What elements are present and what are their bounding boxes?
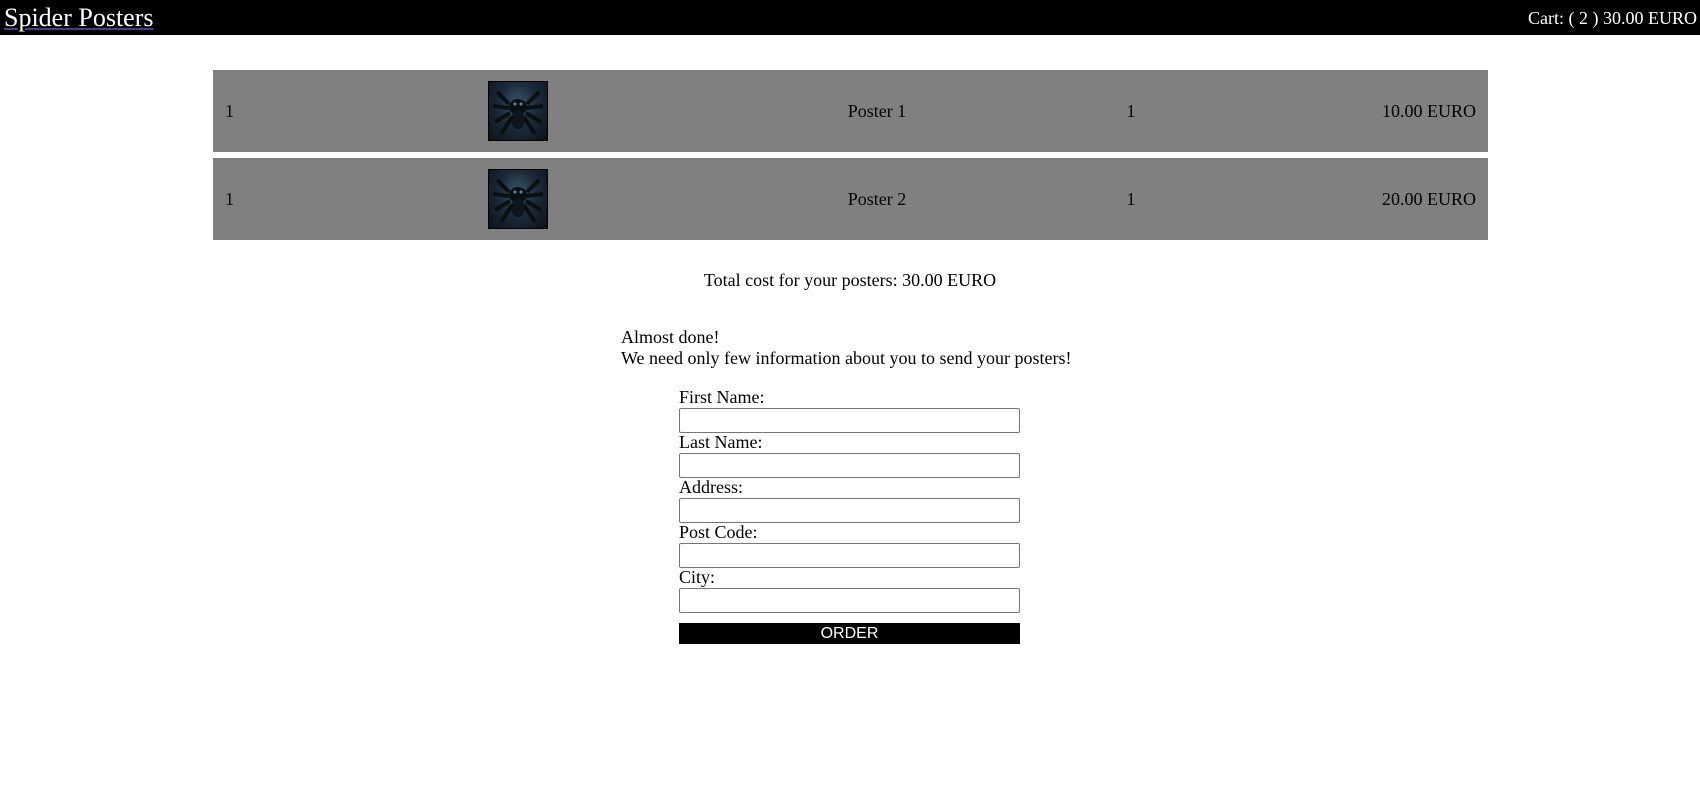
brand-link[interactable]: Spider Posters <box>4 3 154 33</box>
post-code-field-group: Post Code: <box>679 522 1020 568</box>
cart-items-list: 1 Poster 1 1 10.00 EURO 1 Poster 2 1 20.… <box>213 70 1488 246</box>
first-name-input[interactable] <box>679 408 1020 433</box>
cart-item-row: 1 Poster 2 1 20.00 EURO <box>213 158 1488 240</box>
spider-poster-thumbnail-icon <box>488 169 548 229</box>
first-name-field-group: First Name: <box>679 387 1020 433</box>
last-name-label: Last Name: <box>679 432 763 452</box>
address-field-group: Address: <box>679 477 1020 523</box>
first-name-label: First Name: <box>679 387 765 407</box>
intro-text: We need only few information about you t… <box>621 348 1072 368</box>
checkout-intro: Almost done! We need only few informatio… <box>621 327 1071 369</box>
item-index: 1 <box>225 189 234 209</box>
order-form: First Name: Last Name: Address: Post Cod… <box>679 387 1020 644</box>
city-input[interactable] <box>679 588 1020 613</box>
post-code-label: Post Code: <box>679 522 758 542</box>
item-quantity: 1 <box>1126 189 1136 209</box>
spider-poster-thumbnail-icon <box>488 81 548 141</box>
city-label: City: <box>679 567 716 587</box>
item-name: Poster 2 <box>847 189 907 209</box>
address-label: Address: <box>679 477 743 497</box>
item-name: Poster 1 <box>847 101 907 121</box>
cart-summary[interactable]: Cart: ( 2 ) 30.00 EURO <box>1528 8 1697 28</box>
top-bar: Spider Posters Cart: ( 2 ) 30.00 EURO <box>0 0 1700 35</box>
total-cost: Total cost for your posters: 30.00 EURO <box>703 270 997 290</box>
item-index: 1 <box>225 101 234 121</box>
order-button[interactable]: ORDER <box>679 623 1020 644</box>
item-quantity: 1 <box>1126 101 1136 121</box>
last-name-field-group: Last Name: <box>679 432 1020 478</box>
post-code-input[interactable] <box>679 543 1020 568</box>
intro-heading: Almost done! <box>621 327 720 347</box>
city-field-group: City: <box>679 567 1020 613</box>
item-price: 10.00 EURO <box>1382 101 1476 121</box>
cart-item-row: 1 Poster 1 1 10.00 EURO <box>213 70 1488 152</box>
address-input[interactable] <box>679 498 1020 523</box>
last-name-input[interactable] <box>679 453 1020 478</box>
item-price: 20.00 EURO <box>1382 189 1476 209</box>
